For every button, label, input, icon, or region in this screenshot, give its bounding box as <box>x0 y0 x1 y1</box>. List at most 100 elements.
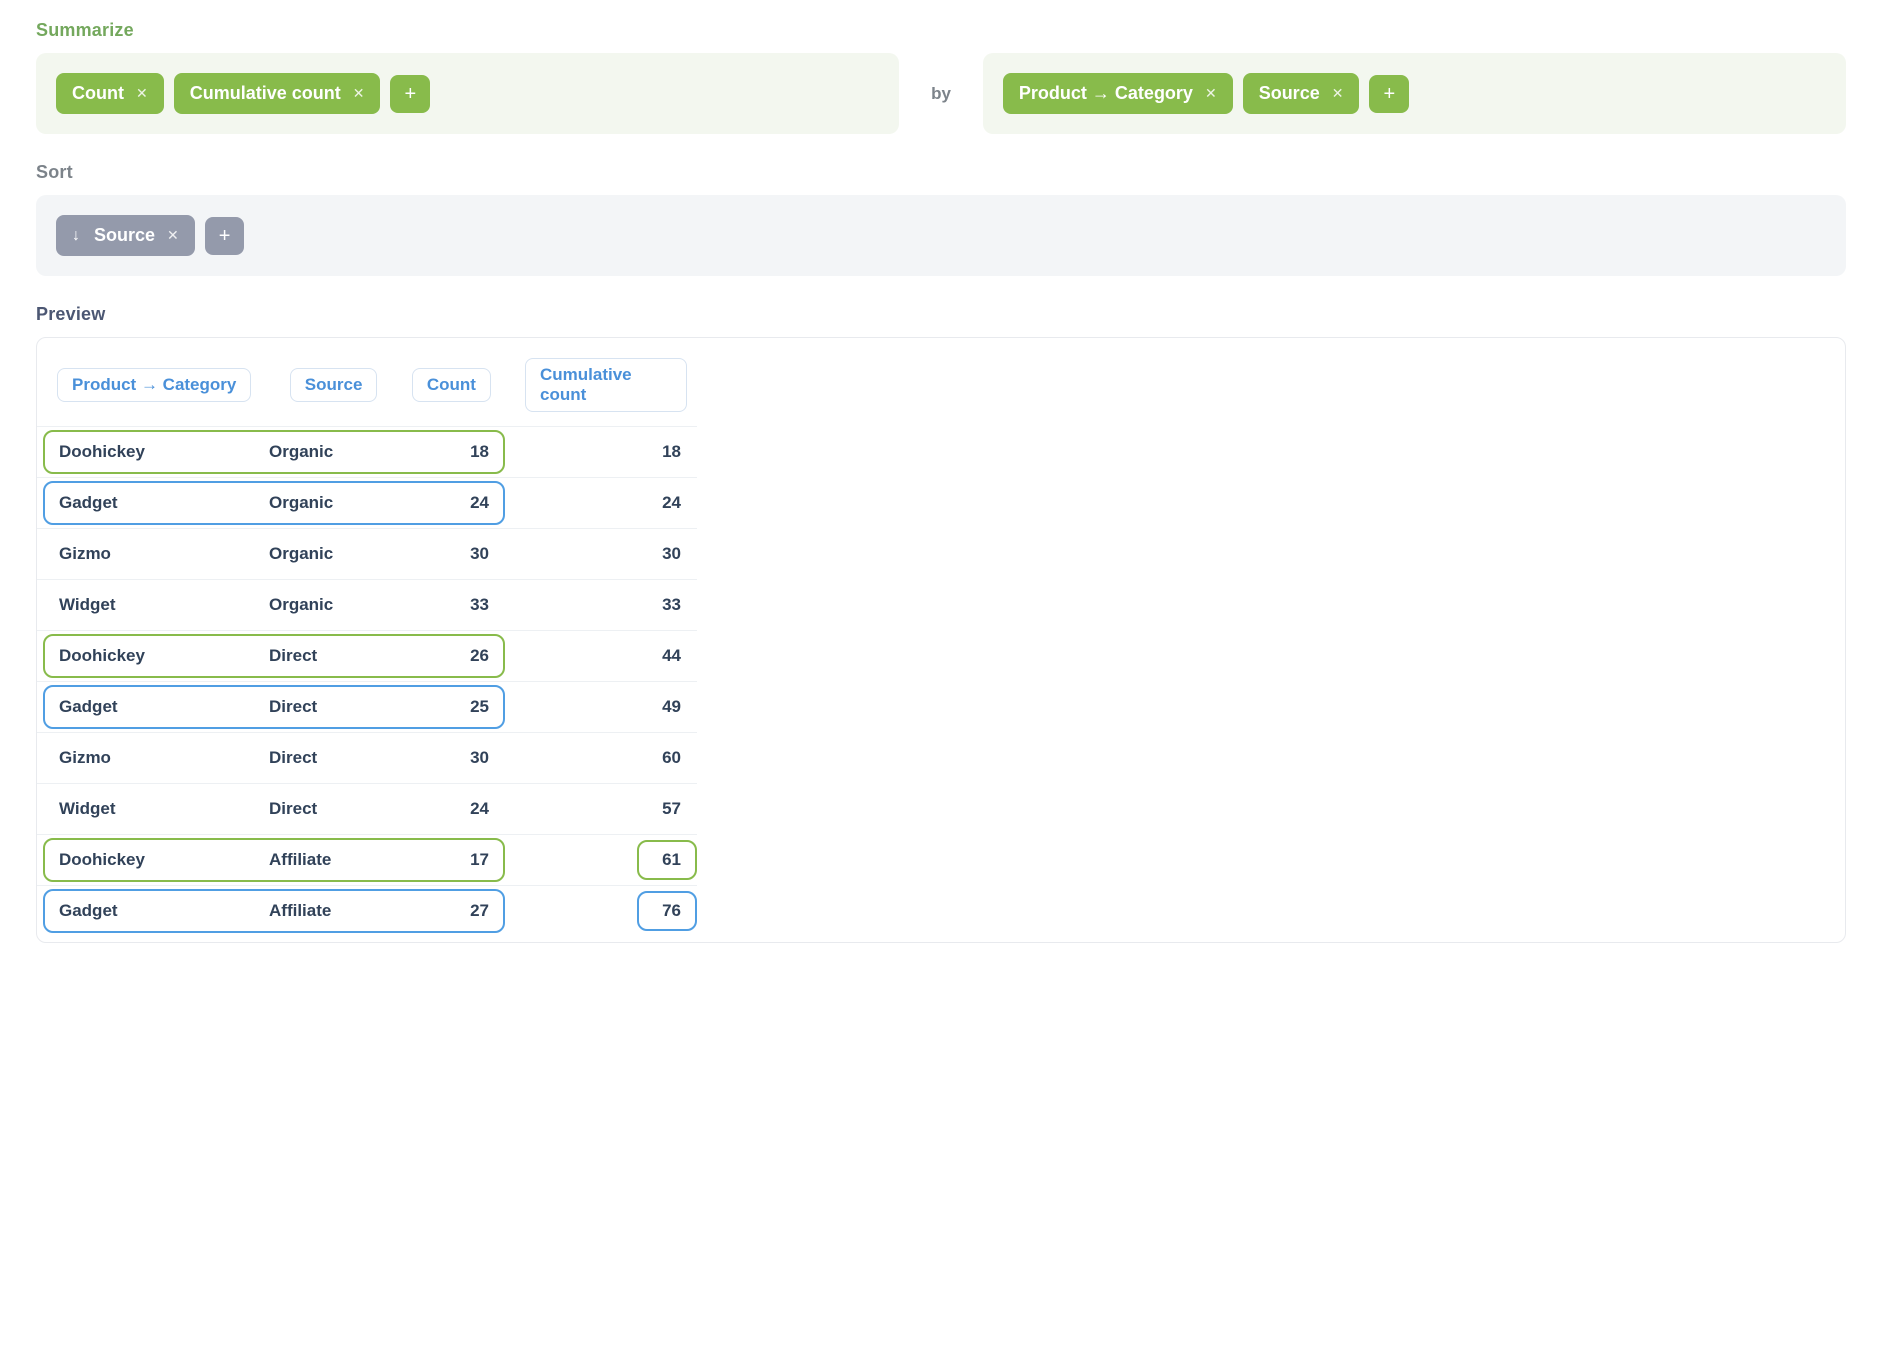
cell-category: Widget <box>59 595 269 615</box>
cumulative-value: 57 <box>637 789 697 829</box>
preview-table: Product → Category Source Count Cumulative … <box>37 352 697 936</box>
cell-cumulative: 49 <box>505 682 697 733</box>
cell-category: Gizmo <box>59 544 269 564</box>
column-header: Count <box>392 352 505 427</box>
preview-label: Preview <box>36 304 1846 325</box>
cell-count: 26 <box>399 646 489 666</box>
cell-source: Organic <box>269 493 399 513</box>
cell-count: 17 <box>399 850 489 870</box>
cell-category: Doohickey <box>59 850 269 870</box>
cumulative-value: 30 <box>637 534 697 574</box>
row-highlight-box: GizmoDirect30 <box>43 736 505 780</box>
cumulative-value: 60 <box>637 738 697 778</box>
cell-cumulative: 18 <box>505 427 697 478</box>
column-header-pill[interactable]: Product → Category <box>57 368 251 402</box>
cumulative-value: 33 <box>637 585 697 625</box>
column-header-pill[interactable]: Cumulative count <box>525 358 687 412</box>
groupby-group: Product → Category ✕ Source ✕ + <box>983 53 1846 134</box>
cumulative-value: 61 <box>637 840 697 880</box>
cell-cumulative: 61 <box>505 835 697 886</box>
table-row: GadgetAffiliate27 76 <box>37 886 697 937</box>
cumulative-value: 24 <box>637 483 697 523</box>
row-highlight-box: DoohickeyAffiliate17 <box>43 838 505 882</box>
aggregation-group: Count✕Cumulative count✕+ <box>36 53 899 134</box>
cell-source: Direct <box>269 697 399 717</box>
row-highlight-box: GadgetDirect25 <box>43 685 505 729</box>
cell-category: Gadget <box>59 493 269 513</box>
row-highlight-box: WidgetDirect24 <box>43 787 505 831</box>
pill-label: Product → Category <box>1019 83 1193 104</box>
row-highlight-box: DoohickeyDirect26 <box>43 634 505 678</box>
sort-pill[interactable]: ↓ Source ✕ <box>56 215 195 256</box>
sort-field-label: Source <box>94 225 155 246</box>
column-header: Cumulative count <box>505 352 697 427</box>
table-row: GizmoDirect30 60 <box>37 733 697 784</box>
cumulative-value: 44 <box>637 636 697 676</box>
aggregation-pill[interactable]: Cumulative count✕ <box>174 73 381 114</box>
add-groupby-button[interactable]: + <box>1369 75 1409 113</box>
cell-source: Direct <box>269 646 399 666</box>
cumulative-value: 18 <box>637 432 697 472</box>
column-header: Source <box>270 352 392 427</box>
cell-count: 30 <box>399 748 489 768</box>
row-highlight-box: GadgetAffiliate27 <box>43 889 505 933</box>
cell-count: 24 <box>399 493 489 513</box>
table-row: DoohickeyOrganic1818 <box>37 427 697 478</box>
close-icon[interactable]: ✕ <box>1332 85 1344 102</box>
table-row: DoohickeyAffiliate17 61 <box>37 835 697 886</box>
table-row: DoohickeyDirect26 44 <box>37 631 697 682</box>
column-header: Product → Category <box>37 352 270 427</box>
cell-source: Organic <box>269 442 399 462</box>
table-row: GadgetOrganic2424 <box>37 478 697 529</box>
arrow-down-icon: ↓ <box>72 227 80 245</box>
table-row: WidgetDirect24 57 <box>37 784 697 835</box>
cumulative-value: 76 <box>637 891 697 931</box>
plus-icon: + <box>219 227 231 245</box>
close-icon[interactable]: ✕ <box>167 227 179 244</box>
close-icon[interactable]: ✕ <box>136 85 148 102</box>
row-highlight-box: DoohickeyOrganic18 <box>43 430 505 474</box>
add-aggregation-button[interactable]: + <box>390 75 430 113</box>
plus-icon: + <box>404 85 416 103</box>
sort-group: ↓ Source ✕ + <box>36 195 1846 276</box>
close-icon[interactable]: ✕ <box>1205 85 1217 102</box>
cell-category: Doohickey <box>59 442 269 462</box>
cell-category: Widget <box>59 799 269 819</box>
table-row: GizmoOrganic3030 <box>37 529 697 580</box>
cell-count: 18 <box>399 442 489 462</box>
cell-source: Direct <box>269 748 399 768</box>
cell-cumulative: 33 <box>505 580 697 631</box>
cell-source: Organic <box>269 544 399 564</box>
pill-label: Source <box>1259 83 1320 104</box>
add-sort-button[interactable]: + <box>205 217 245 255</box>
cell-category: Gadget <box>59 697 269 717</box>
column-header-pill[interactable]: Count <box>412 368 491 402</box>
by-label: by <box>927 84 955 104</box>
table-row: GadgetDirect2549 <box>37 682 697 733</box>
cell-count: 27 <box>399 901 489 921</box>
preview-panel: Product → Category Source Count Cumulative … <box>36 337 1846 943</box>
close-icon[interactable]: ✕ <box>353 85 365 102</box>
row-highlight-box: WidgetOrganic33 <box>43 583 505 627</box>
cell-count: 24 <box>399 799 489 819</box>
column-header-pill[interactable]: Source <box>290 368 378 402</box>
row-highlight-box: GizmoOrganic30 <box>43 532 505 576</box>
cell-category: Doohickey <box>59 646 269 666</box>
groupby-pill[interactable]: Product → Category ✕ <box>1003 73 1233 114</box>
aggregation-pill[interactable]: Count ✕ <box>56 73 164 114</box>
row-highlight-box: GadgetOrganic24 <box>43 481 505 525</box>
pill-label: Count <box>72 83 124 104</box>
cell-source: Affiliate <box>269 901 399 921</box>
cell-cumulative: 76 <box>505 886 697 937</box>
cell-count: 25 <box>399 697 489 717</box>
cell-source: Organic <box>269 595 399 615</box>
groupby-pill[interactable]: Source ✕ <box>1243 73 1360 114</box>
cell-source: Affiliate <box>269 850 399 870</box>
cell-cumulative: 57 <box>505 784 697 835</box>
cell-category: Gizmo <box>59 748 269 768</box>
cell-count: 30 <box>399 544 489 564</box>
sort-label: Sort <box>36 162 1846 183</box>
cell-source: Direct <box>269 799 399 819</box>
cell-count: 33 <box>399 595 489 615</box>
table-row: WidgetOrganic3333 <box>37 580 697 631</box>
